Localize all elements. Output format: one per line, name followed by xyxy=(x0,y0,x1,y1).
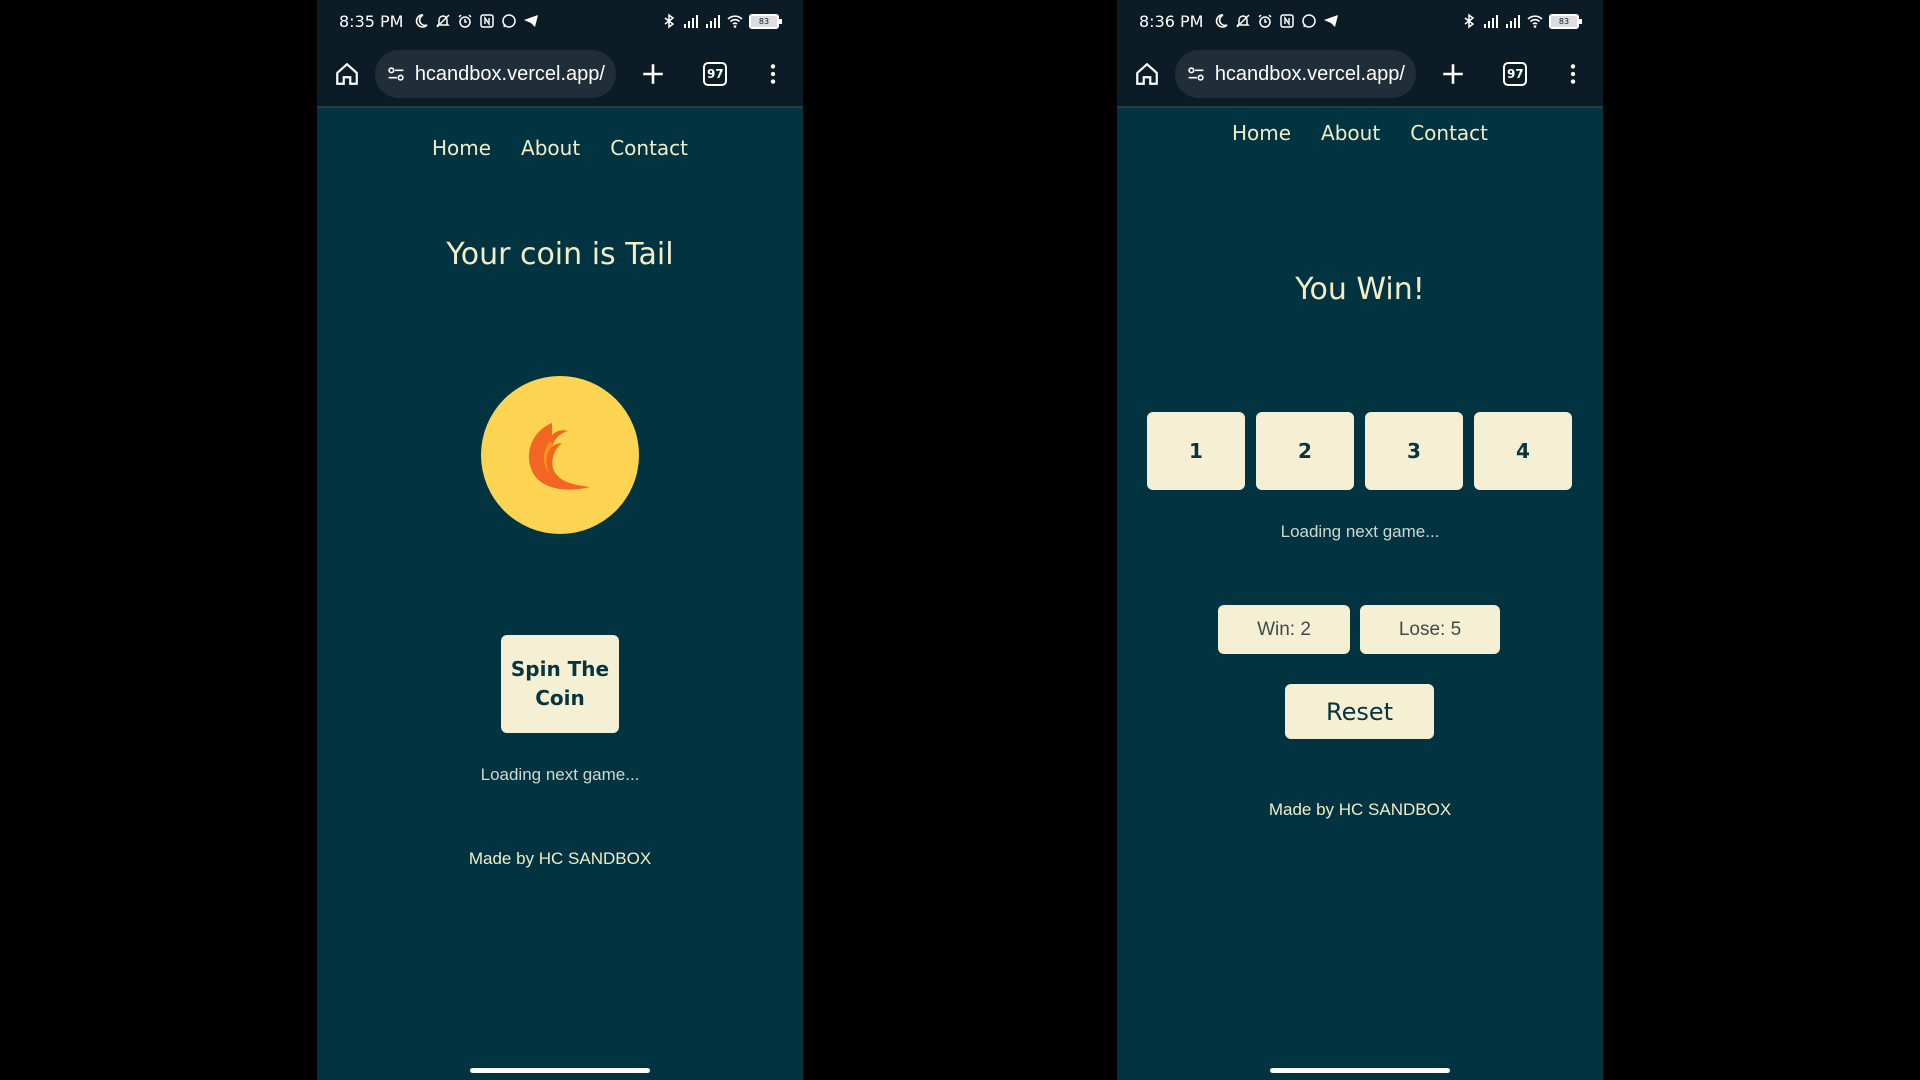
status-bar: 8:36 PM 83 xyxy=(1117,0,1603,42)
tab-switcher-button[interactable]: 97 xyxy=(1497,56,1533,92)
reset-button[interactable]: Reset xyxy=(1285,684,1434,739)
phone-screen-right: 8:36 PM 83 hcandbox.vercel.app/ 97 Home … xyxy=(1117,0,1603,1080)
tab-switcher-button[interactable]: 97 xyxy=(697,56,733,92)
spin-coin-button[interactable]: Spin The Coin xyxy=(501,635,619,733)
lose-count-badge: Lose: 5 xyxy=(1360,605,1500,654)
credit-text: Made by HC SANDBOX xyxy=(468,849,652,868)
loading-text: Loading next game... xyxy=(1280,522,1440,541)
fox-tail-icon xyxy=(528,423,590,490)
new-tab-icon[interactable] xyxy=(1436,56,1472,92)
status-time: 8:36 PM xyxy=(1139,11,1204,31)
gesture-bar xyxy=(470,1068,650,1073)
choice-button[interactable]: 1 xyxy=(1147,412,1245,490)
nav-contact-link[interactable]: Contact xyxy=(610,136,688,160)
nav-contact-link[interactable]: Contact xyxy=(1410,121,1488,145)
tab-count: 97 xyxy=(1503,62,1528,86)
bluetooth-icon xyxy=(661,13,677,29)
home-icon[interactable] xyxy=(329,56,365,92)
battery-icon: 83 xyxy=(1549,13,1582,29)
phone-screen-left: 8:35 PM 83 hcandbox.vercel.app/ 97 Home … xyxy=(317,0,803,1080)
choice-button[interactable]: 3 xyxy=(1365,412,1463,490)
whatsapp-icon xyxy=(1301,13,1317,29)
telegram-icon xyxy=(1323,13,1339,29)
url-text: hcandbox.vercel.app/ xyxy=(1214,62,1405,85)
address-bar[interactable]: hcandbox.vercel.app/ xyxy=(1174,50,1416,98)
nav-about-link[interactable]: About xyxy=(521,136,580,160)
gesture-bar xyxy=(1270,1068,1450,1073)
bell-off-icon xyxy=(1235,13,1251,29)
nav-about-link[interactable]: About xyxy=(1321,121,1380,145)
alarm-icon xyxy=(1257,13,1273,29)
result-title: You Win! xyxy=(1295,272,1425,307)
signal-icon xyxy=(1483,13,1499,29)
more-menu-icon[interactable] xyxy=(755,56,791,92)
site-settings-icon[interactable] xyxy=(1185,63,1207,85)
telegram-icon xyxy=(523,13,539,29)
wifi-icon xyxy=(1527,13,1543,29)
signal-icon xyxy=(1505,13,1521,29)
address-bar[interactable]: hcandbox.vercel.app/ xyxy=(374,50,616,98)
browser-toolbar: hcandbox.vercel.app/ 97 xyxy=(317,42,803,108)
battery-icon: 83 xyxy=(749,13,782,29)
url-text: hcandbox.vercel.app/ xyxy=(414,62,605,85)
nav-home-link[interactable]: Home xyxy=(432,136,491,160)
result-title: Your coin is Tail xyxy=(446,237,674,272)
new-tab-icon[interactable] xyxy=(636,56,672,92)
bluetooth-icon xyxy=(1461,13,1477,29)
choice-button[interactable]: 4 xyxy=(1474,412,1572,490)
browser-toolbar: hcandbox.vercel.app/ 97 xyxy=(1117,42,1603,108)
nfc-icon xyxy=(479,13,495,29)
signal-icon xyxy=(705,13,721,29)
credit-text: Made by HC SANDBOX xyxy=(1268,800,1452,819)
win-count-badge: Win: 2 xyxy=(1218,605,1350,654)
spin-button-line2: Coin xyxy=(535,686,585,710)
moon-icon xyxy=(413,13,429,29)
site-nav: Home About Contact xyxy=(1117,121,1603,145)
whatsapp-icon xyxy=(501,13,517,29)
wifi-icon xyxy=(727,13,743,29)
bell-off-icon xyxy=(435,13,451,29)
more-menu-icon[interactable] xyxy=(1555,56,1591,92)
site-settings-icon[interactable] xyxy=(385,63,407,85)
status-bar: 8:35 PM 83 xyxy=(317,0,803,42)
nfc-icon xyxy=(1279,13,1295,29)
home-icon[interactable] xyxy=(1129,56,1165,92)
coin xyxy=(481,376,639,534)
spin-button-line1: Spin The xyxy=(510,657,610,681)
signal-icon xyxy=(683,13,699,29)
tab-count: 97 xyxy=(703,62,728,86)
nav-home-link[interactable]: Home xyxy=(1232,121,1291,145)
moon-icon xyxy=(1213,13,1229,29)
alarm-icon xyxy=(457,13,473,29)
loading-text: Loading next game... xyxy=(480,765,640,784)
status-time: 8:35 PM xyxy=(339,11,404,31)
choice-button[interactable]: 2 xyxy=(1256,412,1354,490)
site-nav: Home About Contact xyxy=(317,136,803,160)
